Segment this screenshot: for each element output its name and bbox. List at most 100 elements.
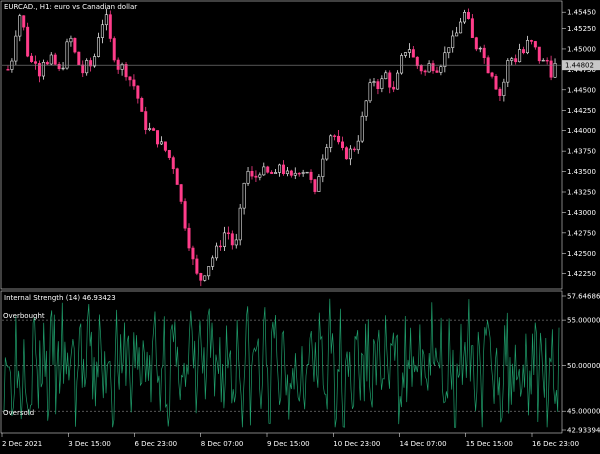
candle-body (388, 72, 392, 88)
candle-body (435, 70, 439, 73)
candle-body (41, 62, 45, 77)
candle-body (317, 176, 321, 192)
candle-body (281, 164, 285, 175)
candle-body (30, 55, 34, 62)
price-tick-label: 1.43500 (567, 168, 596, 176)
candle-body (246, 170, 250, 184)
time-tick-label: 9 Dec 15:00 (267, 440, 310, 448)
candle-body (494, 76, 498, 90)
candle-body (262, 166, 266, 176)
time-tick-label: 14 Dec 07:00 (400, 440, 447, 448)
candle-body (73, 37, 77, 53)
overbought-label: Overbought (3, 312, 45, 320)
candle-body (183, 201, 187, 229)
indicator-caption: Internal Strength (14) 46.93423 (4, 294, 116, 302)
candle-body (376, 81, 380, 89)
candle-body (305, 171, 309, 174)
candle-body (100, 24, 104, 38)
candle-body (199, 273, 203, 281)
candle-body (69, 37, 73, 43)
candle-body (502, 81, 506, 96)
indicator-axis: 57.64686 55.00000 50.00000 45.00000 42.93394 (562, 293, 600, 435)
candle-body (61, 67, 65, 70)
candle-body (140, 98, 144, 112)
time-tick-label: 15 Dec 15:00 (466, 440, 513, 448)
candle-body (175, 168, 179, 185)
candle-body (529, 40, 533, 42)
candle-body (384, 72, 388, 80)
candle-body (333, 135, 337, 137)
candle-body (392, 86, 396, 90)
candle-body (341, 141, 345, 148)
candle-body (266, 166, 270, 173)
candle-body (112, 38, 116, 61)
candle-body (77, 51, 81, 66)
candle-body (156, 130, 160, 145)
candle-body (258, 174, 262, 178)
candle-body (427, 63, 431, 73)
candle-body (285, 170, 289, 175)
candle-body (93, 56, 97, 67)
price-tick-label: 1.42750 (567, 229, 596, 237)
candle-body (419, 65, 423, 72)
candle-body (439, 66, 443, 73)
candle-body (380, 78, 384, 89)
candle-body (313, 179, 317, 192)
price-tick-label: 1.45000 (567, 45, 596, 53)
candle-body (415, 56, 419, 67)
candle-body (518, 49, 522, 63)
indicator-tick-label: 45.00000 (567, 408, 600, 416)
candle-body (211, 257, 215, 267)
candle-body (136, 85, 140, 99)
price-tick-label: 1.44500 (567, 86, 596, 94)
candle-body (396, 72, 400, 90)
price-tick-label: 1.44000 (567, 127, 596, 135)
candle-body (443, 52, 447, 67)
candle-body (234, 239, 238, 246)
price-panel-frame (0, 0, 563, 290)
candle-body (474, 37, 478, 50)
candle-body (222, 232, 226, 247)
candle-body (242, 182, 246, 209)
time-tick-label: 3 Dec 15:00 (68, 440, 111, 448)
candle-body (309, 171, 313, 180)
current-price-label: 1.44802 (565, 62, 594, 70)
candle-body (337, 135, 341, 143)
candle-body (293, 172, 297, 176)
candle-body (514, 58, 518, 63)
candle-body (207, 266, 211, 277)
candle-body (108, 14, 112, 39)
candle-body (171, 157, 175, 170)
time-axis: 2 Dec 2021 3 Dec 15:00 6 Dec 23:00 8 Dec 07… (1, 433, 579, 448)
time-tick-label: 6 Dec 23:00 (135, 440, 178, 448)
candle-body (344, 147, 348, 160)
indicator-tick-label: 42.93394 (567, 427, 600, 435)
candle-body (498, 88, 502, 96)
price-tick-label: 1.42500 (567, 250, 596, 258)
time-tick-label: 16 Dec 23:00 (532, 440, 579, 448)
indicator-tick-label: 55.00000 (567, 317, 600, 325)
candle-body (466, 12, 470, 19)
chart-canvas[interactable]: 1.454501.452501.450001.447501.445001.442… (0, 0, 600, 450)
candle-body (289, 170, 293, 176)
candle-body (455, 32, 459, 37)
candle-body (22, 15, 26, 28)
candle-body (321, 158, 325, 177)
candle-body (218, 245, 222, 248)
candle-body (549, 60, 553, 78)
candle-body (104, 14, 108, 26)
candle-body (250, 170, 254, 177)
candle-body (522, 49, 526, 54)
candle-body (541, 59, 545, 62)
candle-body (411, 49, 415, 58)
time-tick-label: 10 Dec 23:00 (333, 440, 380, 448)
candle-body (510, 58, 514, 61)
candle-body (116, 59, 120, 70)
candle-body (482, 47, 486, 58)
candle-body (96, 37, 100, 57)
candle-body (167, 150, 171, 158)
indicator-tick-label: 57.64686 (567, 293, 600, 301)
candle-body (447, 47, 451, 54)
mt-chart-window[interactable]: 1.454501.452501.450001.447501.445001.442… (0, 0, 600, 450)
candle-body (459, 21, 463, 34)
